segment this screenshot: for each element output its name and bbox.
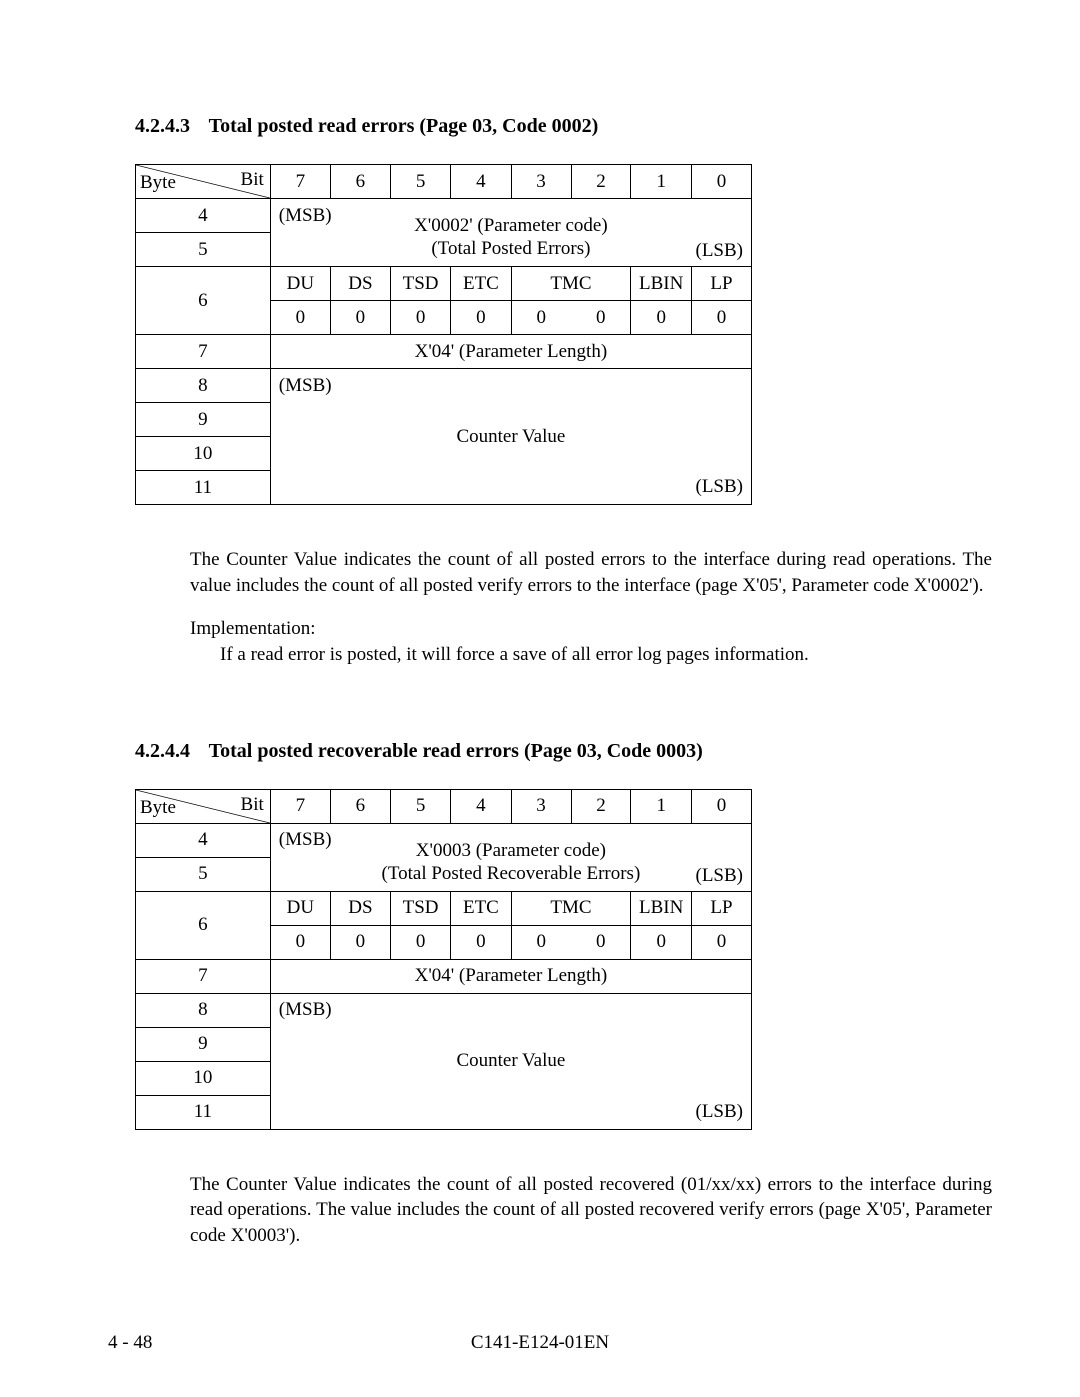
t1-z0: 0 bbox=[270, 301, 330, 335]
t1-hdr-bit: Bit bbox=[241, 169, 264, 191]
t1-byte-6: 6 bbox=[136, 267, 271, 335]
impl-body: If a read error is posted, it will force… bbox=[220, 642, 952, 668]
table-1: Bit Byte 7 6 5 4 3 2 1 0 4 (MSB) 5 X'000… bbox=[135, 164, 752, 505]
t1-byte-9: 9 bbox=[136, 403, 271, 437]
t2-byte-8: 8 bbox=[136, 993, 271, 1027]
section-2-para: The Counter Value indicates the count of… bbox=[190, 1172, 992, 1249]
t1-paramcode-l1: X'0002' (Parameter code) bbox=[414, 215, 608, 236]
section-2-heading: 4.2.4.4 Total posted recoverable read er… bbox=[135, 740, 952, 763]
t2-bit-4: 4 bbox=[451, 789, 511, 823]
t2-flag-tmc: TMC bbox=[511, 891, 631, 925]
t2-lsb-1: (LSB) bbox=[696, 865, 744, 887]
t2-bit-3: 3 bbox=[511, 789, 571, 823]
t2-flag-etc: ETC bbox=[451, 891, 511, 925]
t2-paramcode-l2: (Total Posted Recoverable Errors) bbox=[382, 863, 641, 884]
section-1-number: 4.2.4.3 bbox=[135, 115, 190, 137]
t1-lsb-1: (LSB) bbox=[696, 240, 744, 262]
t2-lsb-2: (LSB) bbox=[270, 1095, 751, 1129]
t2-hdr-byte: Byte bbox=[140, 797, 176, 819]
t1-bit-3: 3 bbox=[511, 165, 571, 199]
t1-flag-lbin: LBIN bbox=[631, 267, 692, 301]
t1-byte-7: 7 bbox=[136, 335, 271, 369]
t1-byte-10: 10 bbox=[136, 437, 271, 471]
section-1-para: The Counter Value indicates the count of… bbox=[190, 547, 992, 598]
t2-bit-2: 2 bbox=[571, 789, 631, 823]
t2-bit-0: 0 bbox=[691, 789, 751, 823]
t1-z3: 0 bbox=[451, 301, 511, 335]
t1-header-cell: Bit Byte bbox=[136, 165, 271, 199]
t2-flag-du: DU bbox=[270, 891, 330, 925]
t1-counter: Counter Value bbox=[270, 403, 751, 471]
t2-z3: 0 bbox=[451, 925, 511, 959]
t1-bit-2: 2 bbox=[571, 165, 631, 199]
t2-byte-6: 6 bbox=[136, 891, 271, 959]
t1-byte-5: 5 bbox=[136, 233, 271, 267]
t1-z2: 0 bbox=[390, 301, 450, 335]
t1-z4: 0 bbox=[511, 301, 571, 335]
t2-paramcode-cell: X'0003 (Parameter code) (Total Posted Re… bbox=[270, 857, 751, 891]
t2-byte-9: 9 bbox=[136, 1027, 271, 1061]
t2-hdr-bit: Bit bbox=[241, 794, 264, 816]
t1-bit-6: 6 bbox=[330, 165, 390, 199]
t1-lsb-2: (LSB) bbox=[270, 471, 751, 505]
section-1-title: Total posted read errors (Page 03, Code … bbox=[209, 115, 599, 137]
section-2-number: 4.2.4.4 bbox=[135, 740, 190, 762]
t1-z1: 0 bbox=[330, 301, 390, 335]
t1-z7: 0 bbox=[691, 301, 751, 335]
t1-paramcode-cell: X'0002' (Parameter code) (Total Posted E… bbox=[270, 233, 751, 267]
t1-byte-4: 4 bbox=[136, 199, 271, 233]
t2-z4: 0 bbox=[511, 925, 571, 959]
t2-paramcode-l1: X'0003 (Parameter code) bbox=[416, 840, 606, 861]
t2-counter: Counter Value bbox=[270, 1027, 751, 1095]
t2-flag-lbin: LBIN bbox=[631, 891, 692, 925]
t2-byte-4: 4 bbox=[136, 823, 271, 857]
t2-z2: 0 bbox=[390, 925, 450, 959]
t1-bit-7: 7 bbox=[270, 165, 330, 199]
t1-flag-du: DU bbox=[270, 267, 330, 301]
t1-msb-2: (MSB) bbox=[270, 369, 751, 403]
t2-bit-5: 5 bbox=[390, 789, 450, 823]
page: 4.2.4.3 Total posted read errors (Page 0… bbox=[0, 0, 1080, 1397]
t2-byte-5: 5 bbox=[136, 857, 271, 891]
t1-flag-lp: LP bbox=[691, 267, 751, 301]
table-2: Bit Byte 7 6 5 4 3 2 1 0 4 (MSB) 5 bbox=[135, 789, 752, 1130]
t1-byte-11: 11 bbox=[136, 471, 271, 505]
t2-byte-11: 11 bbox=[136, 1095, 271, 1129]
t1-flag-tsd: TSD bbox=[390, 267, 450, 301]
t2-paramlen: X'04' (Parameter Length) bbox=[270, 959, 751, 993]
t2-z5: 0 bbox=[571, 925, 631, 959]
t2-byte-7: 7 bbox=[136, 959, 271, 993]
section-2-title: Total posted recoverable read errors (Pa… bbox=[209, 740, 703, 762]
t2-flag-tsd: TSD bbox=[390, 891, 450, 925]
t1-flag-tmc: TMC bbox=[511, 267, 631, 301]
t2-msb-2: (MSB) bbox=[270, 993, 751, 1027]
t1-bit-1: 1 bbox=[631, 165, 692, 199]
t2-z1: 0 bbox=[330, 925, 390, 959]
t2-bit-7: 7 bbox=[270, 789, 330, 823]
section-1-impl: Implementation: If a read error is poste… bbox=[190, 616, 952, 667]
impl-label: Implementation: bbox=[190, 616, 952, 642]
t1-bit-0: 0 bbox=[691, 165, 751, 199]
t1-bit-4: 4 bbox=[451, 165, 511, 199]
t2-header-cell: Bit Byte bbox=[136, 789, 271, 823]
t1-paramcode-l2: (Total Posted Errors) bbox=[431, 238, 590, 259]
t2-bit-6: 6 bbox=[330, 789, 390, 823]
t1-byte-8: 8 bbox=[136, 369, 271, 403]
t1-paramlen: X'04' (Parameter Length) bbox=[270, 335, 751, 369]
t2-z0: 0 bbox=[270, 925, 330, 959]
t1-z5: 0 bbox=[571, 301, 631, 335]
t1-flag-etc: ETC bbox=[451, 267, 511, 301]
t1-flag-ds: DS bbox=[330, 267, 390, 301]
t2-z6: 0 bbox=[631, 925, 692, 959]
t2-bit-1: 1 bbox=[631, 789, 692, 823]
t2-flag-lp: LP bbox=[691, 891, 751, 925]
t2-z7: 0 bbox=[691, 925, 751, 959]
t1-hdr-byte: Byte bbox=[140, 172, 176, 194]
t1-z6: 0 bbox=[631, 301, 692, 335]
t1-bit-5: 5 bbox=[390, 165, 450, 199]
section-1-heading: 4.2.4.3 Total posted read errors (Page 0… bbox=[135, 115, 952, 138]
doc-id: C141-E124-01EN bbox=[0, 1332, 1080, 1354]
t2-flag-ds: DS bbox=[330, 891, 390, 925]
t2-byte-10: 10 bbox=[136, 1061, 271, 1095]
